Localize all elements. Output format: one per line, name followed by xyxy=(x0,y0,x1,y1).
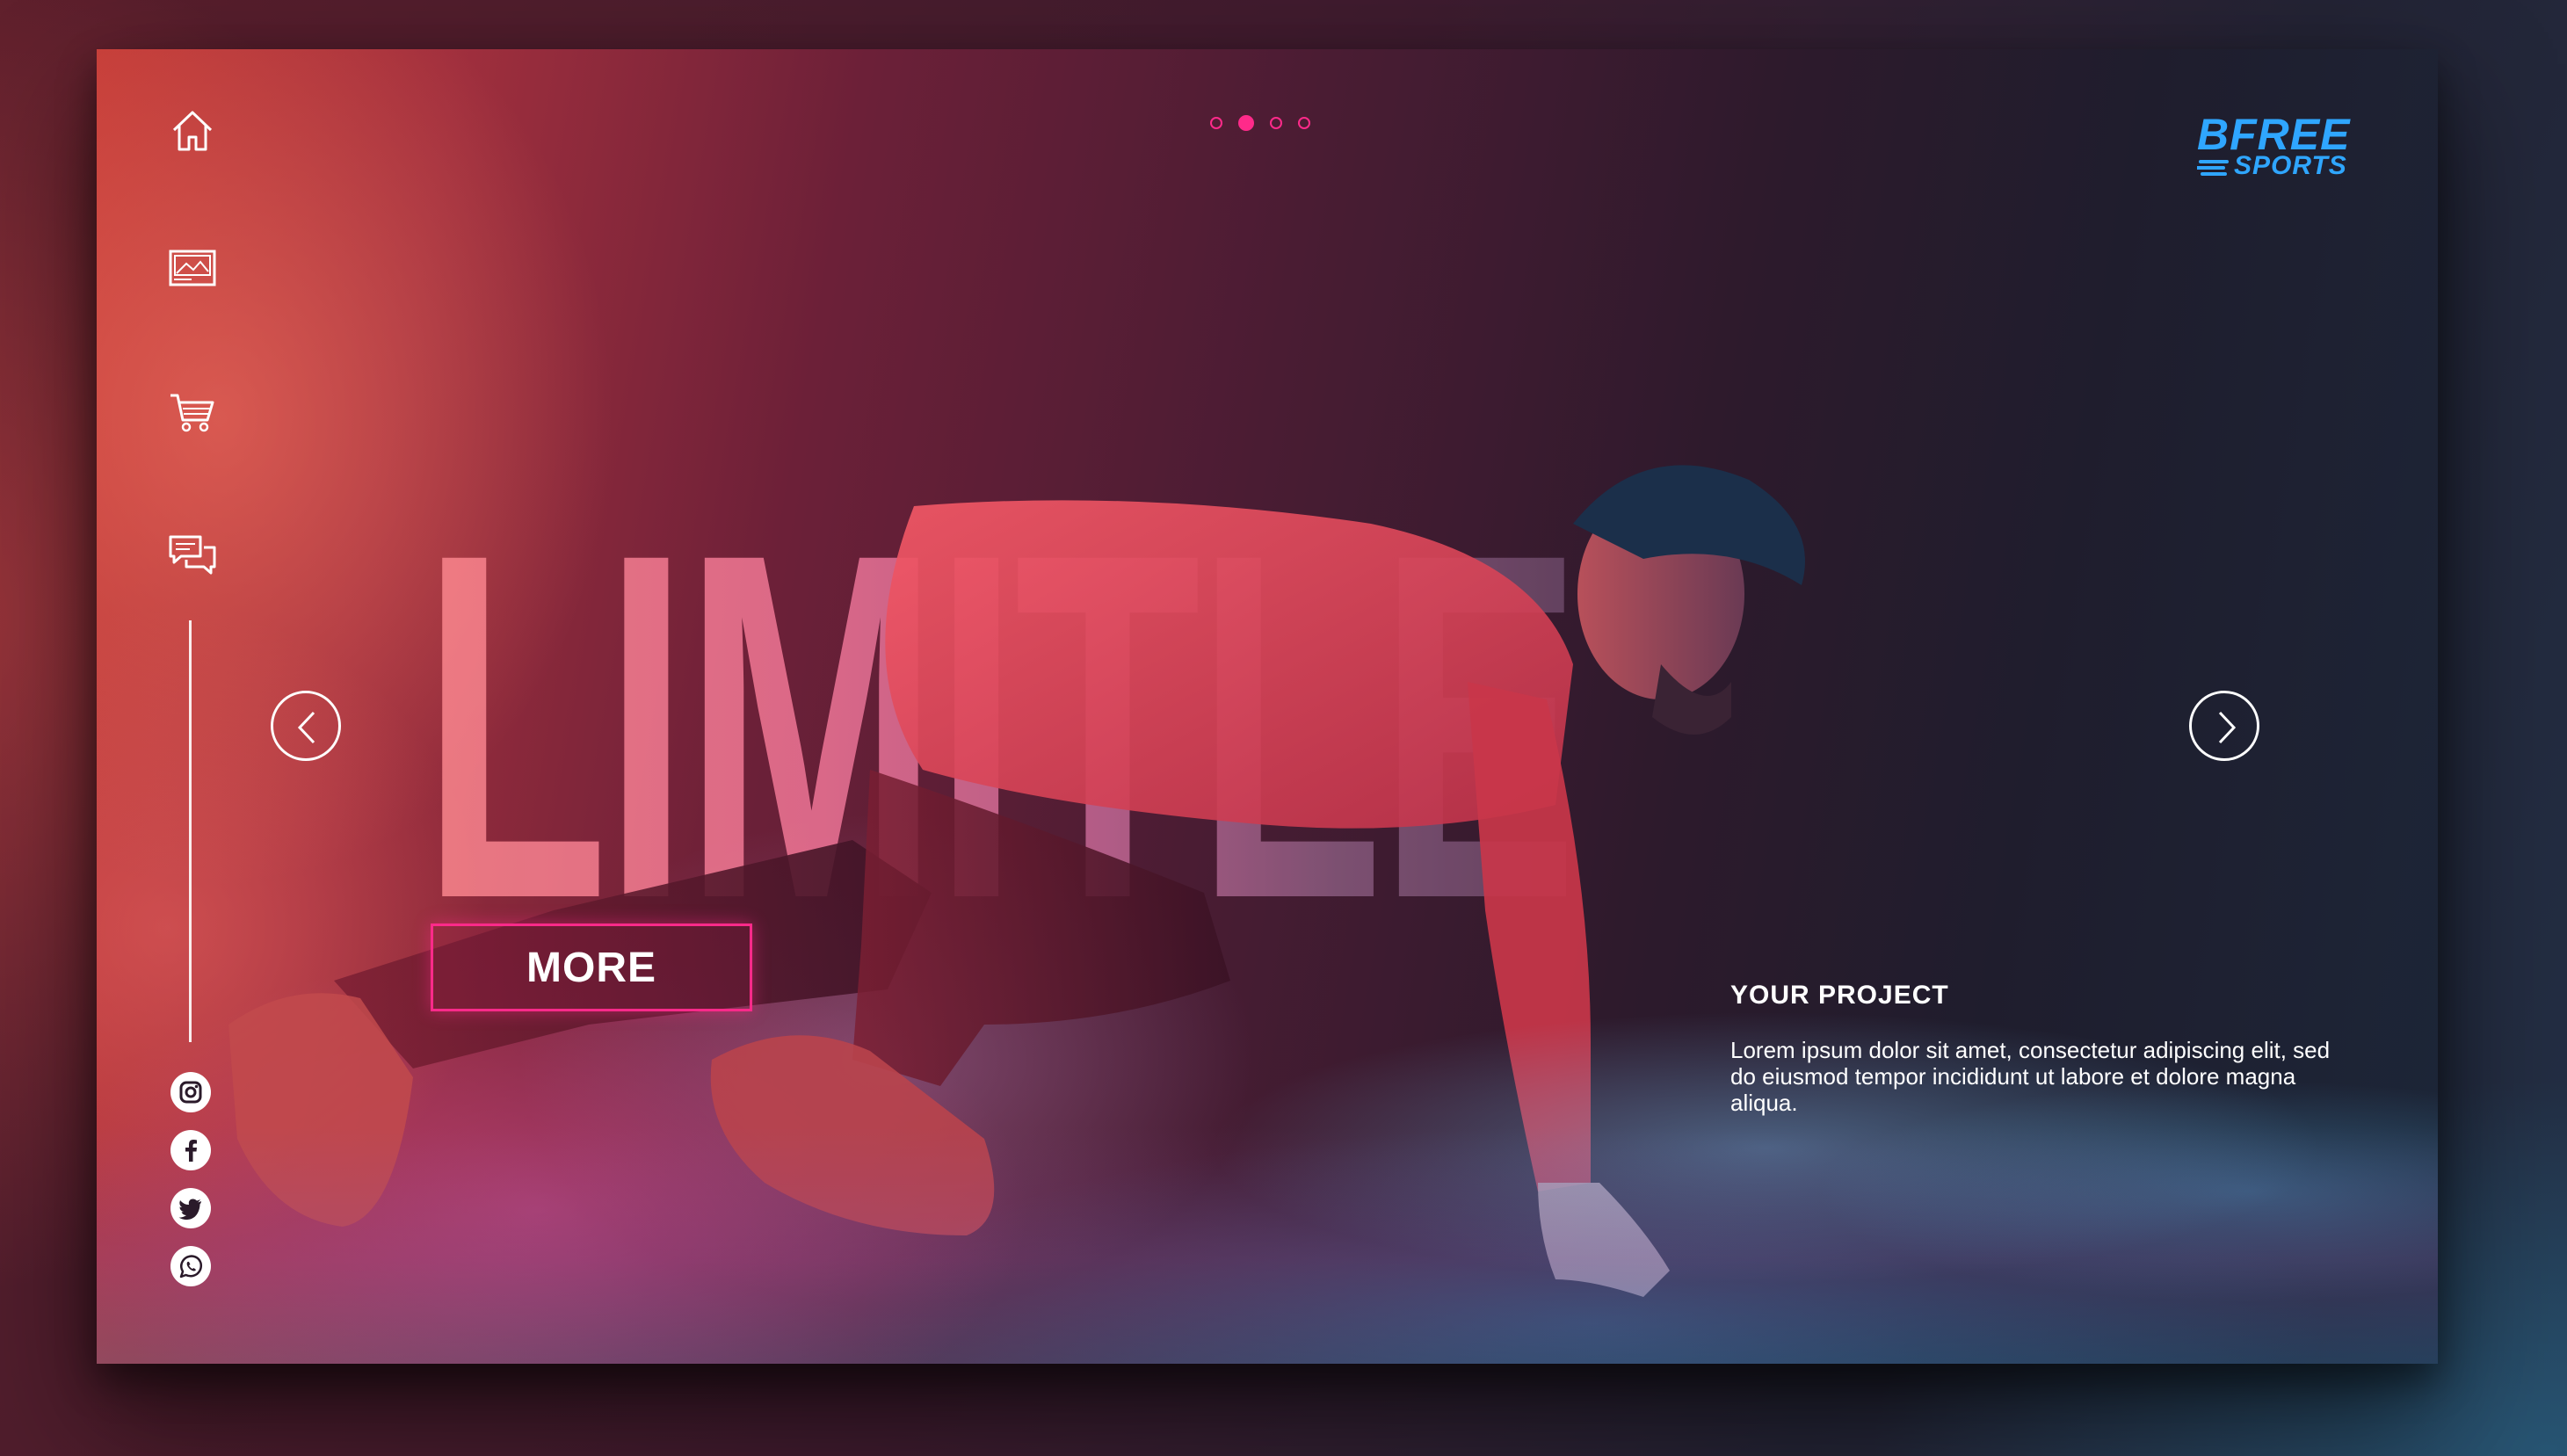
next-slide-button[interactable] xyxy=(2189,691,2259,761)
project-title: YOUR PROJECT xyxy=(1730,981,1949,1010)
prev-slide-button[interactable] xyxy=(271,691,341,761)
project-description: Lorem ipsum dolor sit amet, consectetur … xyxy=(1730,1037,2331,1116)
facebook-icon[interactable] xyxy=(170,1130,211,1170)
brand-tagline: SPORTS xyxy=(2234,151,2347,180)
hero-card: LIMITLESS xyxy=(97,49,2438,1364)
home-icon[interactable] xyxy=(165,104,220,158)
slider-dot[interactable] xyxy=(1298,117,1310,129)
slider-dot[interactable] xyxy=(1270,117,1282,129)
more-button[interactable]: MORE xyxy=(431,924,752,1011)
arrow-left-icon xyxy=(297,711,315,744)
cart-icon[interactable] xyxy=(165,385,220,439)
brand-name: BFREE xyxy=(2197,110,2351,159)
slider-dot[interactable] xyxy=(1210,117,1222,129)
chat-icon[interactable] xyxy=(165,528,220,583)
whatsapp-icon[interactable] xyxy=(170,1246,211,1286)
slider-pagination xyxy=(1210,114,1310,132)
athlete-image xyxy=(228,465,1805,1297)
twitter-icon[interactable] xyxy=(170,1188,211,1228)
gallery-icon[interactable] xyxy=(165,243,220,297)
brand-logo[interactable]: BFREE SPORTS xyxy=(2197,112,2373,183)
sidebar-divider xyxy=(189,620,192,1042)
arrow-right-icon xyxy=(2218,711,2237,744)
instagram-icon[interactable] xyxy=(170,1072,211,1112)
speed-lines-icon xyxy=(2197,160,2229,176)
slider-dot-active[interactable] xyxy=(1238,115,1254,131)
